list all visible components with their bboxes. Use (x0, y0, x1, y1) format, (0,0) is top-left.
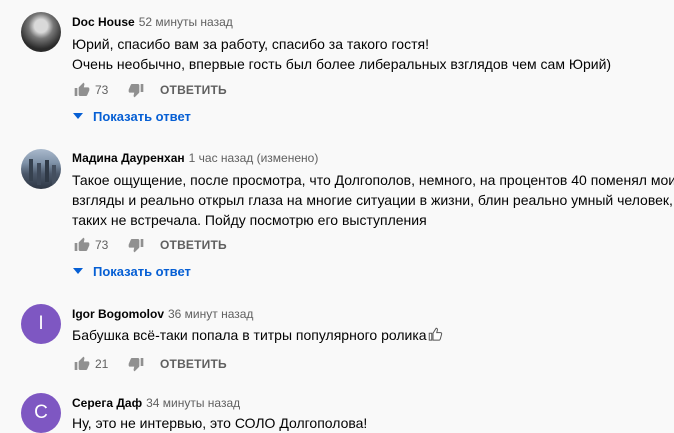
thumbs-up-icon[interactable] (72, 354, 92, 374)
reply-button[interactable]: ОТВЕТИТЬ (160, 357, 227, 371)
author-name[interactable]: Igor Bogomolov (72, 307, 164, 321)
comment-text-line: взгляды и реально открыл глаза на многие… (72, 192, 673, 208)
avatar[interactable] (21, 149, 61, 189)
show-replies-label: Показать ответ (93, 108, 191, 124)
chevron-down-icon (72, 265, 84, 277)
comment-text: Бабушка всё-таки попала в титры популярн… (72, 325, 662, 347)
thumbs-down-icon[interactable] (126, 354, 146, 374)
chevron-down-icon (72, 110, 84, 122)
show-replies-button[interactable]: Показать ответ (72, 261, 191, 281)
comment-text: Ну, это не интервью, это СОЛО Долгополов… (72, 413, 662, 433)
avatar[interactable]: C (21, 393, 61, 433)
comment-time[interactable]: 34 минуты назад (146, 396, 240, 410)
comment-actions: 21 ОТВЕТИТЬ (72, 352, 227, 376)
show-replies-button[interactable]: Показать ответ (72, 106, 191, 126)
reply-button[interactable]: ОТВЕТИТЬ (160, 83, 227, 97)
author-name[interactable]: Doc House (72, 15, 135, 29)
thumbs-down-icon[interactable] (126, 235, 146, 255)
comment-header: Серега Даф 34 минуты назад (72, 395, 240, 411)
author-name[interactable]: Мадина Дауренхан (72, 151, 185, 165)
avatar[interactable] (21, 12, 61, 52)
comment-text-line: Очень необычно, впервые гость был более … (72, 56, 612, 72)
comment-time[interactable]: 36 минут назад (168, 307, 253, 321)
comment-text: Юрий, спасибо вам за работу, спасибо за … (72, 34, 662, 74)
comment-actions: 73 ОТВЕТИТЬ (72, 233, 227, 257)
reply-button[interactable]: ОТВЕТИТЬ (160, 238, 227, 252)
avatar[interactable]: I (21, 304, 61, 344)
comment-text-line: Такое ощущение, после просмотра, что Дол… (72, 172, 674, 188)
comment-text-line: Ну, это не интервью, это СОЛО Долгополов… (72, 415, 368, 431)
thumbs-down-icon[interactable] (126, 80, 146, 100)
thumbs-up-emoji-icon (428, 327, 443, 347)
comment-header: Igor Bogomolov 36 минут назад (72, 306, 253, 322)
author-name[interactable]: Серега Даф (72, 396, 142, 410)
like-count: 73 (95, 83, 109, 97)
comment-time[interactable]: 52 минуты назад (139, 15, 233, 29)
like-count: 21 (95, 357, 109, 371)
like-count: 73 (95, 238, 109, 252)
show-replies-label: Показать ответ (93, 263, 191, 279)
comment-text-line: Бабушка всё-таки попала в титры популярн… (72, 327, 427, 343)
comment-text: Такое ощущение, после просмотра, что Дол… (72, 170, 674, 230)
comment-text-line: таких не встречала. Пойду посмотрю его в… (72, 212, 427, 228)
comment-header: Doc House 52 минуты назад (72, 14, 233, 30)
comment-actions: 73 ОТВЕТИТЬ (72, 78, 227, 102)
comment-time[interactable]: 1 час назад (изменено) (189, 151, 319, 165)
thumbs-up-icon[interactable] (72, 235, 92, 255)
thumbs-up-icon[interactable] (72, 80, 92, 100)
comment-text-line: Юрий, спасибо вам за работу, спасибо за … (72, 36, 429, 52)
comment-header: Мадина Дауренхан 1 час назад (изменено) (72, 150, 318, 166)
